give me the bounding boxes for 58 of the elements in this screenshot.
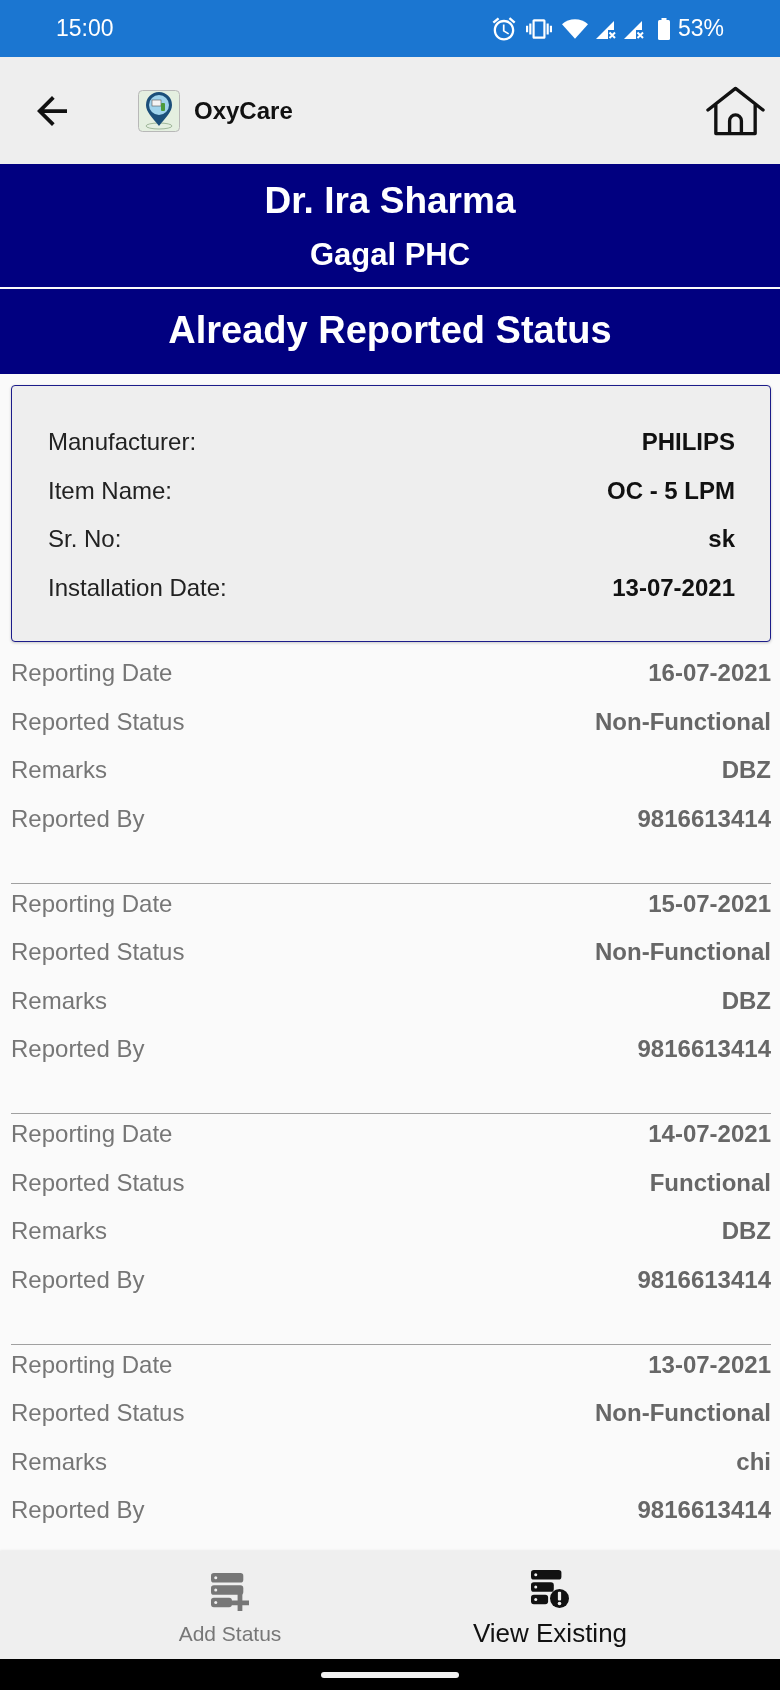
field-label: Reporting Date [11, 1350, 173, 1379]
section-title: Already Reported Status [168, 307, 612, 353]
back-arrow-icon[interactable] [37, 95, 67, 126]
gesture-handle[interactable] [321, 1671, 459, 1678]
field-value: 14-07-2021 [648, 1120, 771, 1148]
status-time: 15:00 [56, 15, 114, 42]
home-icon[interactable] [706, 85, 765, 136]
field-value: sk [708, 525, 735, 553]
field-value: OC - 5 LPM [607, 476, 735, 505]
wifi-icon [561, 18, 588, 39]
field-label: Reporting Date [11, 659, 173, 687]
field-label: Reported Status [11, 938, 185, 966]
field-label: Reported By [11, 1035, 145, 1063]
field-value: Non-Functional [595, 938, 771, 966]
field-label: Sr. No: [48, 525, 122, 553]
field-value: DBZ [721, 986, 771, 1015]
field-label: Reported By [11, 1265, 145, 1294]
vibrate-icon [525, 18, 552, 39]
nav-tab[interactable]: View Existing [472, 1570, 628, 1648]
doctor-name: Dr. Ira Sharma [264, 178, 516, 223]
field-value: 9816613414 [637, 804, 771, 833]
app-title: OxyCare [194, 96, 293, 125]
battery-icon [657, 17, 670, 40]
field-label: Remarks [11, 1447, 107, 1476]
field-value: Functional [649, 1168, 771, 1197]
field-value: 13-07-2021 [648, 1350, 771, 1379]
battery-percentage: 53% [677, 15, 724, 42]
field-value: chi [736, 1447, 771, 1476]
database-alert-icon [531, 1570, 569, 1608]
field-label: Reported By [11, 1496, 145, 1524]
field-value: 16-07-2021 [648, 659, 771, 687]
field-value: 13-07-2021 [612, 573, 735, 602]
nav-tab[interactable]: Add Status [178, 1573, 282, 1647]
field-label: Reporting Date [11, 1120, 173, 1148]
field-label: Reported By [11, 804, 145, 833]
alarm-icon [491, 16, 516, 41]
field-value: 9816613414 [637, 1496, 771, 1524]
field-value: 9816613414 [637, 1265, 771, 1294]
field-value: PHILIPS [641, 428, 735, 456]
field-value: 15-07-2021 [648, 889, 771, 918]
field-value: Non-Functional [595, 707, 771, 736]
field-label: Remarks [11, 1217, 107, 1245]
pin-logo-icon [138, 89, 180, 132]
field-value: DBZ [721, 1217, 771, 1245]
database-plus-icon [211, 1573, 249, 1611]
field-label: Remarks [11, 986, 107, 1015]
field-label: Installation Date: [48, 573, 227, 602]
field-label: Reported Status [11, 707, 185, 736]
field-label: Item Name: [48, 476, 173, 505]
field-value: Non-Functional [595, 1399, 771, 1427]
field-label: Manufacturer: [48, 428, 197, 456]
field-value: 9816613414 [637, 1035, 771, 1063]
field-label: Reported Status [11, 1168, 185, 1197]
field-label: Reported Status [11, 1399, 185, 1427]
field-value: DBZ [721, 756, 771, 784]
field-label: Remarks [11, 756, 107, 784]
facility-name: Gagal PHC [309, 235, 471, 274]
field-label: Reporting Date [11, 889, 173, 918]
